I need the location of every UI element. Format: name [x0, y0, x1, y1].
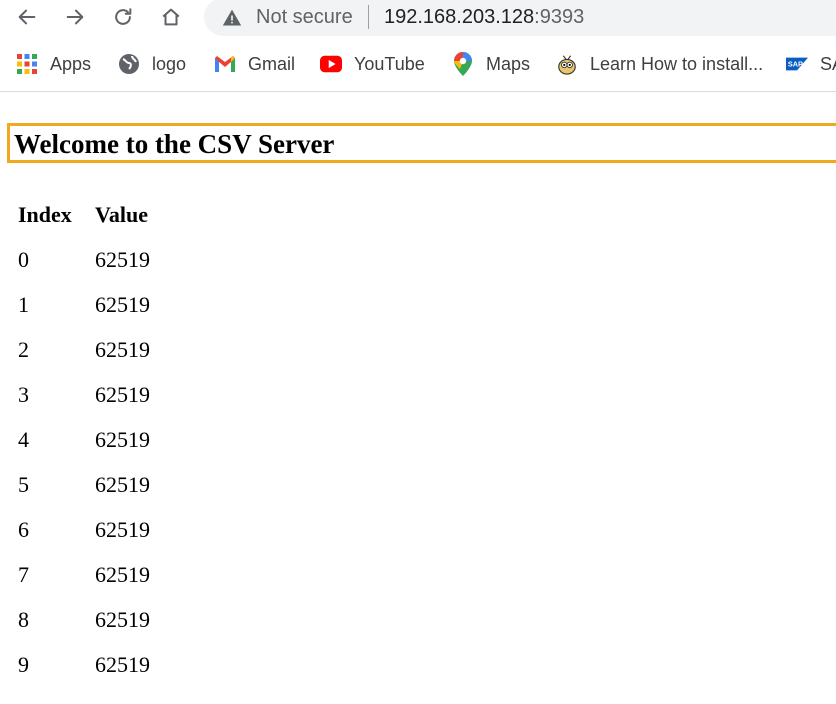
index-cell: 5 [18, 471, 29, 497]
index-cell: 0 [18, 246, 29, 272]
bookmark-sap[interactable]: SAP SA [786, 46, 836, 82]
table-row: 8 62519 [10, 597, 150, 642]
toolbar-divider [0, 91, 836, 92]
bookmarks-bar: Apps logo Gmail YouTube Maps Learn How t… [0, 46, 836, 82]
home-icon [162, 8, 180, 26]
table-row: 6 62519 [10, 507, 150, 552]
bookmark-label: SA [820, 53, 836, 74]
maps-pin-icon [452, 52, 474, 76]
value-cell: 62519 [95, 381, 150, 407]
bookmark-apps[interactable]: Apps [16, 46, 91, 82]
csv-table: Index Value 0 62519 1 62519 2 62519 3 62519 … [10, 192, 150, 687]
index-cell: 6 [18, 516, 29, 542]
back-arrow-icon [18, 9, 36, 25]
value-cell: 62519 [95, 291, 150, 317]
bookmark-label: YouTube [354, 53, 425, 74]
page-title-box: Welcome to the CSV Server [7, 123, 836, 163]
value-cell: 62519 [95, 471, 150, 497]
bookmark-gmail[interactable]: Gmail [214, 46, 295, 82]
table-row: 1 62519 [10, 282, 150, 327]
back-button[interactable] [12, 2, 42, 32]
url-host: 192.168.203.128 [384, 6, 535, 28]
omnibox-divider [368, 5, 369, 29]
value-cell: 62519 [95, 651, 150, 677]
bookmark-label: Apps [50, 53, 92, 74]
index-cell: 1 [18, 291, 29, 317]
table-row: 3 62519 [10, 372, 150, 417]
reload-icon [115, 8, 132, 25]
bookmark-label: Maps [486, 53, 531, 74]
table-header-row: Index Value [10, 192, 150, 237]
bookmark-youtube[interactable]: YouTube [320, 46, 425, 82]
index-cell: 2 [18, 336, 29, 362]
sap-icon: SAP [786, 53, 808, 75]
index-cell: 7 [18, 561, 29, 587]
address-bar[interactable]: Not secure 192.168.203.128:9393 [204, 0, 836, 36]
index-cell: 9 [18, 651, 29, 677]
bookmark-learn-install[interactable]: Learn How to install... [556, 46, 763, 82]
index-cell: 4 [18, 426, 29, 452]
value-cell: 62519 [95, 606, 150, 632]
table-row: 7 62519 [10, 552, 150, 597]
reload-button[interactable] [108, 2, 138, 32]
table-row: 2 62519 [10, 327, 150, 372]
apps-grid-icon [16, 53, 38, 75]
home-button[interactable] [156, 2, 186, 32]
url-text[interactable]: 192.168.203.128:9393 [384, 6, 584, 28]
bookmark-label: logo [152, 53, 187, 74]
bookmark-label: Learn How to install... [590, 53, 764, 74]
page-title: Welcome to the CSV Server [14, 129, 335, 159]
value-cell: 62519 [95, 336, 150, 362]
bookmark-maps[interactable]: Maps [452, 46, 530, 82]
gmail-icon [214, 53, 236, 75]
value-cell: 62519 [95, 246, 150, 272]
value-cell: 62519 [95, 426, 150, 452]
youtube-icon [320, 53, 342, 75]
index-cell: 3 [18, 381, 29, 407]
table-row: 4 62519 [10, 417, 150, 462]
globe-icon [118, 53, 140, 75]
index-cell: 8 [18, 606, 29, 632]
value-cell: 62519 [95, 561, 150, 587]
forward-arrow-icon [66, 9, 84, 25]
column-header-value: Value [95, 201, 148, 227]
bookmark-logo[interactable]: logo [118, 46, 186, 82]
table-row: 5 62519 [10, 462, 150, 507]
value-cell: 62519 [95, 516, 150, 542]
security-status-label[interactable]: Not secure [256, 6, 353, 28]
bookmark-label: Gmail [248, 53, 296, 74]
forward-button[interactable] [60, 2, 90, 32]
svg-text:SAP: SAP [788, 60, 803, 69]
warning-triangle-icon [222, 9, 242, 26]
browser-toolbar: Not secure 192.168.203.128:9393 [0, 0, 836, 36]
url-port: :9393 [534, 6, 585, 28]
column-header-index: Index [18, 201, 72, 227]
table-row: 9 62519 [10, 642, 150, 687]
bee-icon [556, 53, 578, 75]
table-row: 0 62519 [10, 237, 150, 282]
